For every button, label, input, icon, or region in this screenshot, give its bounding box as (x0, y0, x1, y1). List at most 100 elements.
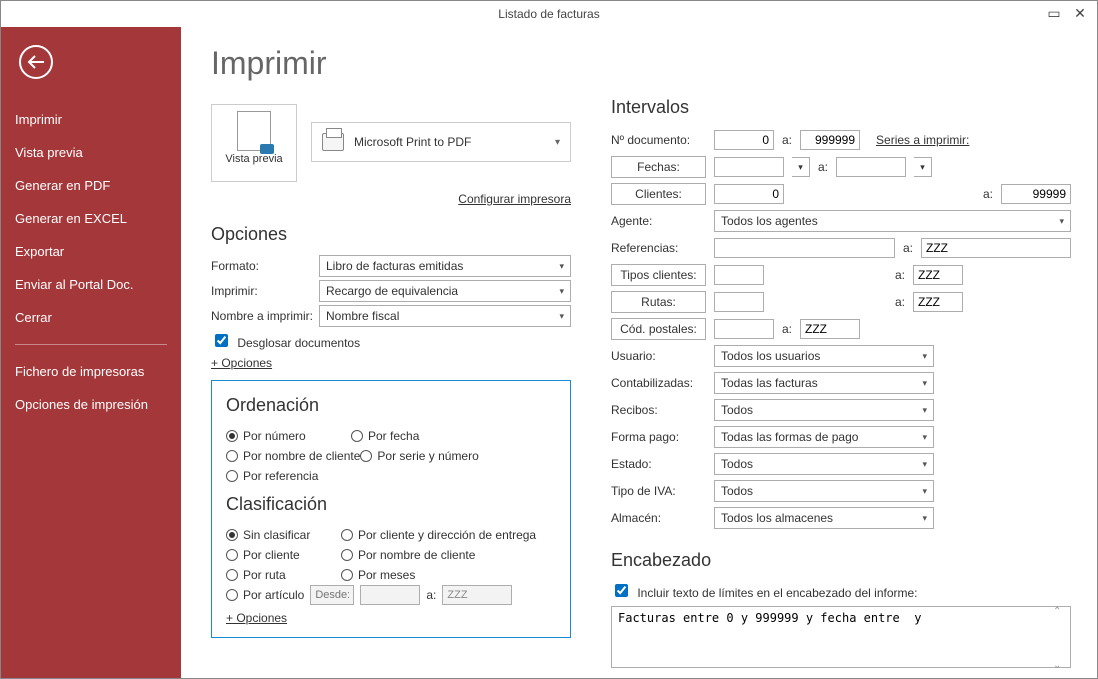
cp-from-input[interactable] (714, 319, 774, 339)
incluir-limites-label: Incluir texto de límites en el encabezad… (637, 586, 917, 600)
sidebar-item-cerrar[interactable]: Cerrar (1, 301, 181, 334)
window-title: Listado de facturas (498, 7, 599, 21)
sidebar-item-generar-excel[interactable]: Generar en EXCEL (1, 202, 181, 235)
encabezado-textarea[interactable] (611, 606, 1071, 668)
tipos-to-input[interactable] (913, 265, 963, 285)
ndoc-from-input[interactable] (714, 130, 774, 150)
sidebar-item-exportar[interactable]: Exportar (1, 235, 181, 268)
clas-cliente-direccion[interactable]: Por cliente y dirección de entrega (341, 528, 536, 542)
printer-selector[interactable]: Microsoft Print to PDF ▾ (311, 122, 571, 162)
opciones-heading: Opciones (211, 224, 571, 245)
sidebar-item-opciones-impresion[interactable]: Opciones de impresión (1, 388, 181, 421)
cp-button[interactable]: Cód. postales: (611, 318, 706, 340)
ord-por-referencia[interactable]: Por referencia (226, 469, 318, 483)
fecha-from-input[interactable] (714, 157, 784, 177)
fecha-from-dd[interactable]: ▾ (792, 157, 810, 177)
opciones-link[interactable]: + Opciones (211, 356, 272, 370)
printer-icon (322, 133, 344, 151)
chevron-down-icon: ▾ (922, 486, 927, 497)
clas-opciones-link[interactable]: + Opciones (226, 611, 287, 625)
fecha-to-input[interactable] (836, 157, 906, 177)
ref-to-input[interactable] (921, 238, 1071, 258)
tipos-from-input[interactable] (714, 265, 764, 285)
sidebar-item-imprimir[interactable]: Imprimir (1, 103, 181, 136)
nombre-label: Nombre a imprimir: (211, 309, 319, 323)
ndoc-label: Nº documento: (611, 133, 706, 147)
contab-label: Contabilizadas: (611, 376, 706, 390)
chevron-down-icon: ▾ (922, 378, 927, 389)
clas-desde-input[interactable] (310, 585, 354, 605)
recibos-combo[interactable]: Todos▾ (714, 399, 934, 421)
clas-a-value[interactable] (442, 585, 512, 605)
clas-desde-value[interactable] (360, 585, 420, 605)
chevron-down-icon: ▾ (559, 311, 564, 322)
clasificacion-radios: Sin clasificar Por cliente y dirección d… (226, 525, 556, 585)
clas-por-articulo[interactable]: Por artículo (226, 588, 304, 602)
clientes-button[interactable]: Clientes: (611, 183, 706, 205)
incluir-limites-checkbox[interactable] (615, 584, 628, 597)
fp-combo[interactable]: Todas las formas de pago▾ (714, 426, 934, 448)
chevron-down-icon: ▾ (922, 459, 927, 470)
nombre-combo[interactable]: Nombre fiscal▾ (319, 305, 571, 327)
contab-combo[interactable]: Todas las facturas▾ (714, 372, 934, 394)
clas-sin[interactable]: Sin clasificar (226, 528, 341, 542)
usuario-combo[interactable]: Todos los usuarios▾ (714, 345, 934, 367)
clasificacion-heading: Clasificación (226, 494, 556, 515)
rutas-button[interactable]: Rutas: (611, 291, 706, 313)
cp-to-input[interactable] (800, 319, 860, 339)
clas-a-label: a: (426, 588, 436, 602)
sidebar-item-enviar-portal[interactable]: Enviar al Portal Doc. (1, 268, 181, 301)
ndoc-to-input[interactable] (800, 130, 860, 150)
page-title: Imprimir (211, 45, 571, 82)
tipos-button[interactable]: Tipos clientes: (611, 264, 706, 286)
chevron-down-icon: ▾ (922, 513, 927, 524)
vista-previa-button[interactable]: Vista previa (211, 104, 297, 182)
sidebar-item-generar-pdf[interactable]: Generar en PDF (1, 169, 181, 202)
series-link[interactable]: Series a imprimir: (876, 133, 969, 147)
agente-label: Agente: (611, 214, 706, 228)
close-button[interactable]: ✕ (1067, 1, 1093, 25)
sidebar-item-fichero-impresoras[interactable]: Fichero de impresoras (1, 355, 181, 388)
almacen-combo[interactable]: Todos los almacenes▾ (714, 507, 934, 529)
encabezado-heading: Encabezado (611, 550, 1071, 571)
chevron-down-icon: ▾ (922, 351, 927, 362)
usuario-label: Usuario: (611, 349, 706, 363)
formato-label: Formato: (211, 259, 319, 273)
arrow-left-icon (27, 55, 45, 69)
estado-combo[interactable]: Todos▾ (714, 453, 934, 475)
intervalos-heading: Intervalos (611, 97, 1071, 118)
formato-combo[interactable]: Libro de facturas emitidas▾ (319, 255, 571, 277)
sidebar-item-vista-previa[interactable]: Vista previa (1, 136, 181, 169)
maximize-button[interactable]: ▭ (1041, 1, 1067, 25)
clientes-to-input[interactable] (1001, 184, 1071, 204)
ordenacion-heading: Ordenación (226, 395, 556, 416)
fecha-to-dd[interactable]: ▾ (914, 157, 932, 177)
chevron-down-icon: ▾ (922, 405, 927, 416)
rutas-from-input[interactable] (714, 292, 764, 312)
ord-por-serie[interactable]: Por serie y número (360, 449, 485, 463)
agente-combo[interactable]: Todos los agentes▾ (714, 210, 1071, 232)
fechas-button[interactable]: Fechas: (611, 156, 706, 178)
rutas-to-input[interactable] (913, 292, 963, 312)
document-icon (237, 111, 271, 151)
ord-por-numero[interactable]: Por número (226, 429, 351, 443)
clas-por-cliente[interactable]: Por cliente (226, 548, 341, 562)
ref-from-input[interactable] (714, 238, 895, 258)
desglosar-label: Desglosar documentos (237, 336, 360, 350)
chevron-down-icon: ▾ (559, 261, 564, 272)
chevron-down-icon: ▾ (1059, 216, 1064, 227)
clas-por-ruta[interactable]: Por ruta (226, 568, 341, 582)
back-button[interactable] (19, 45, 53, 79)
iva-combo[interactable]: Todos▾ (714, 480, 934, 502)
imprimir-combo[interactable]: Recargo de equivalencia▾ (319, 280, 571, 302)
titlebar: Listado de facturas ▭ ✕ (1, 1, 1097, 27)
ord-por-nombre[interactable]: Por nombre de cliente (226, 449, 360, 463)
clas-por-meses[interactable]: Por meses (341, 568, 415, 582)
desglosar-checkbox[interactable] (215, 334, 228, 347)
configure-printer-link[interactable]: Configurar impresora (458, 192, 571, 206)
clas-por-nombre[interactable]: Por nombre de cliente (341, 548, 475, 562)
ord-por-fecha[interactable]: Por fecha (351, 429, 446, 443)
clientes-from-input[interactable] (714, 184, 784, 204)
estado-label: Estado: (611, 457, 706, 471)
chevron-down-icon: ▾ (555, 137, 560, 148)
